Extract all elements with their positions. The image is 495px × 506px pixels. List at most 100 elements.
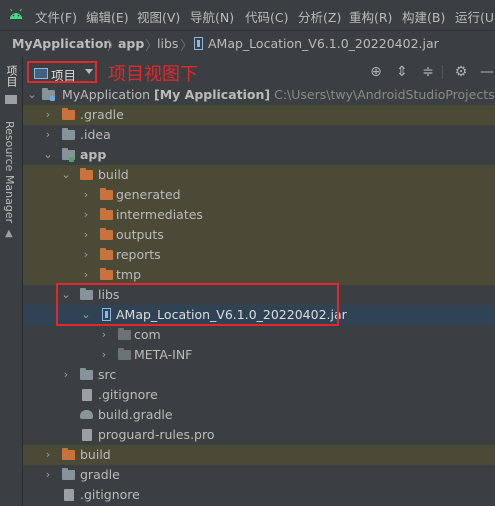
folder-icon bbox=[62, 128, 75, 140]
tree-item-label: AMap_Location_V6.1.0_20220402.jar bbox=[116, 307, 347, 322]
chevron-right-icon[interactable]: › bbox=[80, 188, 92, 202]
folder-icon bbox=[100, 208, 113, 220]
text-file-icon bbox=[82, 429, 92, 441]
tree-item-label: generated bbox=[116, 187, 181, 202]
locate-file-icon[interactable]: ⊕ bbox=[368, 64, 384, 80]
tree-item-label: build bbox=[80, 447, 111, 462]
expand-all-icon[interactable]: ⇕ bbox=[394, 64, 410, 80]
chevron-down-icon[interactable]: ⌄ bbox=[42, 148, 54, 162]
gitignore-file-icon bbox=[64, 489, 74, 501]
tab-project[interactable]: 项目 bbox=[3, 65, 19, 87]
collapse-all-icon[interactable]: ≑ bbox=[420, 64, 436, 80]
tree-row[interactable]: .gitignore bbox=[23, 485, 495, 505]
tree-row[interactable]: › META-INF bbox=[23, 345, 495, 365]
tree-item-label: intermediates bbox=[116, 207, 203, 222]
menu-edit[interactable]: 编辑(E) bbox=[86, 7, 129, 26]
tree-item-label: libs bbox=[98, 287, 120, 302]
gear-icon[interactable]: ⚙ bbox=[453, 64, 469, 80]
folder-icon bbox=[62, 108, 75, 120]
menu-run[interactable]: 运行(U) bbox=[455, 7, 495, 26]
folder-icon bbox=[62, 448, 75, 460]
hide-panel-icon[interactable]: — bbox=[479, 64, 495, 80]
toolbar-divider bbox=[442, 65, 443, 79]
tree-item-label: gradle bbox=[80, 467, 120, 482]
chevron-down-icon[interactable]: ⌄ bbox=[80, 308, 92, 322]
chevron-right-icon[interactable]: › bbox=[42, 108, 54, 122]
chevron-right-icon[interactable]: › bbox=[42, 448, 54, 462]
tree-row[interactable]: › src bbox=[23, 365, 495, 385]
chevron-down-icon[interactable]: ⌄ bbox=[60, 168, 72, 182]
tree-row[interactable]: › build bbox=[23, 445, 495, 465]
tree-item-label: META-INF bbox=[134, 347, 193, 362]
tree-row[interactable]: › .idea bbox=[23, 125, 495, 145]
chevron-right-icon[interactable]: › bbox=[42, 128, 54, 142]
chevron-right-icon[interactable]: › bbox=[42, 468, 54, 482]
breadcrumb-folder[interactable]: libs bbox=[157, 36, 178, 51]
chevron-right-icon[interactable]: › bbox=[80, 228, 92, 242]
tree-item-label: .gitignore bbox=[98, 387, 158, 402]
chevron-right-icon[interactable]: › bbox=[60, 368, 72, 382]
resource-manager-icon: ▲ bbox=[5, 228, 13, 239]
tree-row[interactable]: › gradle bbox=[23, 465, 495, 485]
folder-icon bbox=[118, 348, 131, 360]
tree-row[interactable]: › reports bbox=[23, 245, 495, 265]
view-selector-dropdown[interactable]: 项目 bbox=[27, 61, 97, 83]
tree-row-root[interactable]: ⌄ MyApplication [My Application] C:\User… bbox=[23, 87, 495, 105]
module-marker-icon bbox=[50, 96, 55, 101]
menu-build[interactable]: 构建(B) bbox=[402, 7, 445, 26]
menu-analyze[interactable]: 分析(Z) bbox=[298, 7, 341, 26]
tree-item-label: src bbox=[98, 367, 117, 382]
tree-item-label: app bbox=[80, 147, 107, 162]
folder-icon bbox=[80, 368, 93, 380]
menu-refactor[interactable]: 重构(R) bbox=[349, 7, 392, 26]
chevron-down-icon[interactable]: ⌄ bbox=[26, 88, 38, 102]
tree-item-label: .gradle bbox=[80, 107, 124, 122]
menu-code[interactable]: 代码(C) bbox=[245, 7, 288, 26]
breadcrumb-module[interactable]: app bbox=[118, 36, 144, 51]
tree-row[interactable]: › outputs bbox=[23, 225, 495, 245]
breadcrumb-file[interactable]: AMap_Location_V6.1.0_20220402.jar bbox=[208, 36, 439, 51]
tab-resource-manager[interactable]: Resource Manager bbox=[3, 121, 16, 223]
module-marker-icon bbox=[69, 157, 74, 162]
project-tab-icon bbox=[5, 95, 17, 104]
package-icon bbox=[118, 328, 131, 340]
tree-row[interactable]: ⌄ app bbox=[23, 145, 495, 165]
tree-item-label: .gitignore bbox=[80, 487, 140, 502]
breadcrumb-project[interactable]: MyApplication bbox=[12, 36, 112, 51]
chevron-right-icon[interactable]: › bbox=[98, 348, 110, 362]
root-path: C:\Users\twy\AndroidStudioProjects\MyApp… bbox=[274, 87, 495, 102]
menu-bar: 文件(F) 编辑(E) 视图(V) 导航(N) 代码(C) 分析(Z) 重构(R… bbox=[0, 0, 495, 30]
chevron-down-icon bbox=[85, 69, 93, 74]
tree-row[interactable]: .gitignore bbox=[23, 385, 495, 405]
breadcrumb-separator: 〉 bbox=[180, 39, 194, 54]
tree-item-label: com bbox=[134, 327, 161, 342]
folder-icon bbox=[100, 248, 113, 260]
menu-view[interactable]: 视图(V) bbox=[137, 7, 180, 26]
root-module-name: [My Application] bbox=[154, 87, 271, 102]
chevron-down-icon[interactable]: ⌄ bbox=[60, 288, 72, 302]
chevron-right-icon[interactable]: › bbox=[80, 248, 92, 262]
tree-row[interactable]: build.gradle bbox=[23, 405, 495, 425]
folder-icon bbox=[80, 288, 93, 300]
tree-row[interactable]: › generated bbox=[23, 185, 495, 205]
menu-file[interactable]: 文件(F) bbox=[35, 7, 77, 26]
android-logo-icon[interactable] bbox=[8, 8, 24, 20]
tree-row[interactable]: ⌄ build bbox=[23, 165, 495, 185]
tree-row[interactable]: proguard-rules.pro bbox=[23, 425, 495, 445]
tree-row[interactable]: › intermediates bbox=[23, 205, 495, 225]
tree-row[interactable]: › com bbox=[23, 325, 495, 345]
jar-icon bbox=[194, 37, 203, 50]
tree-row-selected[interactable]: ⌄ AMap_Location_V6.1.0_20220402.jar bbox=[23, 305, 495, 325]
tree-row[interactable]: › .gradle bbox=[23, 105, 495, 125]
breadcrumb: MyApplication 〉 app 〉 libs 〉 AMap_Locati… bbox=[0, 30, 495, 58]
tree-row[interactable]: › tmp bbox=[23, 265, 495, 285]
folder-icon bbox=[100, 188, 113, 200]
tree-row[interactable]: ⌄ libs bbox=[23, 285, 495, 305]
chevron-right-icon[interactable]: › bbox=[80, 208, 92, 222]
chevron-right-icon[interactable]: › bbox=[98, 328, 110, 342]
project-panel-header: 项目 项目视图下 ⊕ ⇕ ≑ ⚙ — bbox=[23, 57, 495, 88]
menu-navigate[interactable]: 导航(N) bbox=[190, 7, 234, 26]
tree-item-label: .idea bbox=[80, 127, 111, 142]
root-project-name: MyApplication bbox=[62, 87, 151, 102]
chevron-right-icon[interactable]: › bbox=[80, 268, 92, 282]
